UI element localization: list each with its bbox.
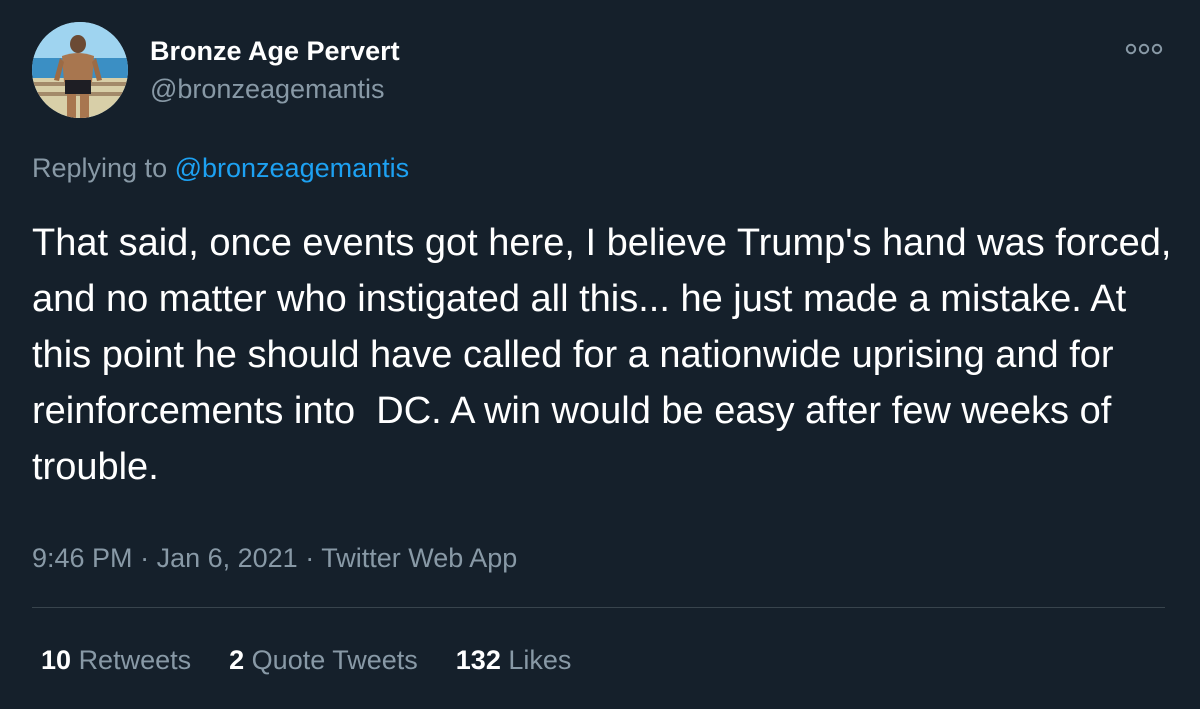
tweet-text: That said, once events got here, I belie… <box>32 222 1183 488</box>
avatar-photo <box>32 22 128 118</box>
meta-separator: · <box>132 543 157 573</box>
more-options-button[interactable] <box>1124 38 1164 60</box>
more-options-icon <box>1125 43 1163 55</box>
engagement-stats: 10 Retweets 2 Quote Tweets 132 Likes <box>41 645 609 676</box>
tweet-date-link[interactable]: Jan 6, 2021 <box>157 543 298 573</box>
replying-to-label: Replying to <box>32 153 175 183</box>
replying-to: Replying to @bronzeagemantis <box>32 153 409 184</box>
likes-count: 132 <box>455 645 501 675</box>
likes-stat[interactable]: 132 Likes <box>456 645 572 676</box>
tweet-card: Bronze Age Pervert @bronzeagemantis Repl… <box>0 0 1200 709</box>
divider <box>32 607 1165 608</box>
retweets-count: 10 <box>41 645 72 675</box>
tweet-metadata: 9:46 PM · Jan 6, 2021 · Twitter Web App <box>32 543 517 574</box>
tweet-source-link[interactable]: Twitter Web App <box>321 543 517 573</box>
author-handle[interactable]: @bronzeagemantis <box>150 74 385 105</box>
avatar[interactable] <box>32 22 128 118</box>
quote-tweets-count: 2 <box>229 645 245 675</box>
author-name[interactable]: Bronze Age Pervert <box>150 36 400 67</box>
meta-separator: · <box>297 543 322 573</box>
quote-tweets-stat[interactable]: 2 Quote Tweets <box>229 645 418 676</box>
quote-tweets-label: Quote Tweets <box>251 645 418 675</box>
retweets-label: Retweets <box>78 645 192 675</box>
replying-to-handle-link[interactable]: @bronzeagemantis <box>175 153 410 183</box>
likes-label: Likes <box>508 645 572 675</box>
tweet-time-link[interactable]: 9:46 PM <box>32 543 133 573</box>
retweets-stat[interactable]: 10 Retweets <box>41 645 191 676</box>
